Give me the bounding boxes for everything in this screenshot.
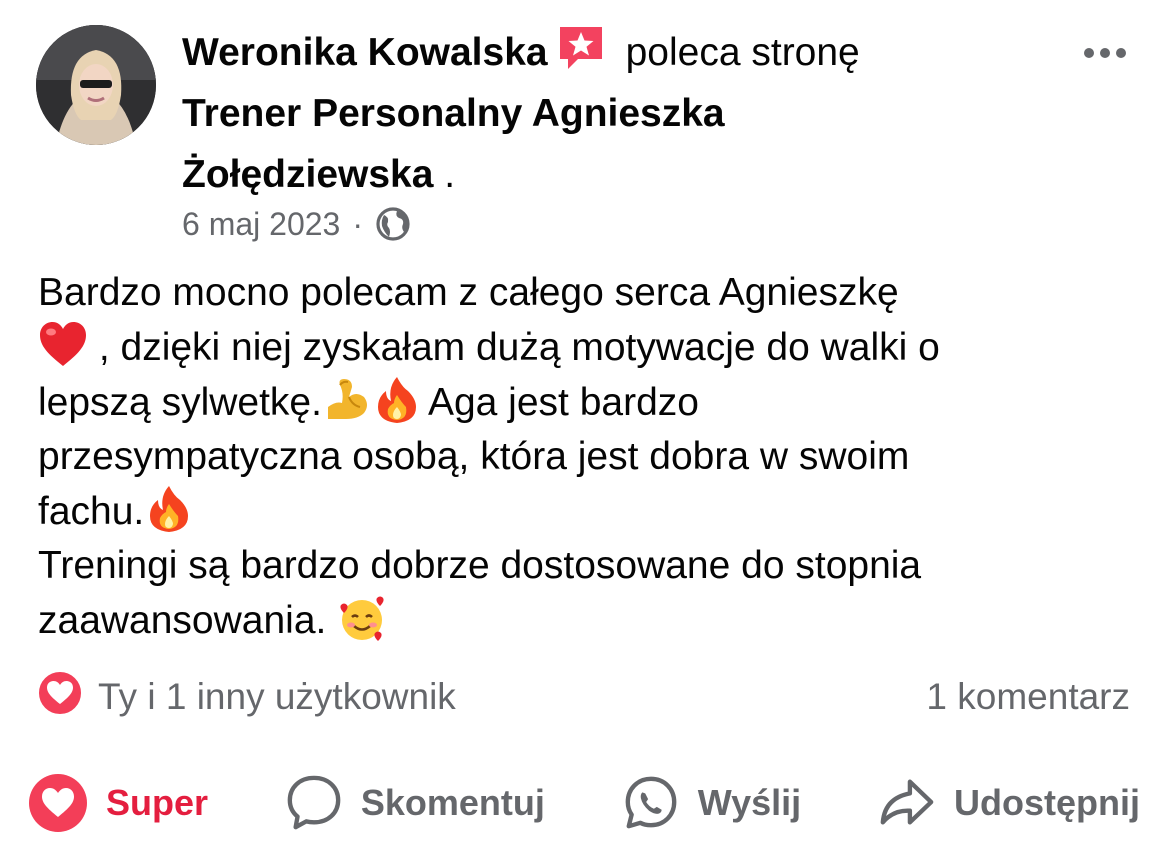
comments-count[interactable]: 1 komentarz [926, 676, 1130, 718]
action-text: poleca stronę [625, 31, 860, 74]
recommendation-icon [556, 23, 606, 73]
share-arrow-icon [878, 774, 936, 832]
post-text-line6: Treningi są bardzo dobrze dostosowane do… [38, 544, 922, 587]
comment-button-label: Skomentuj [360, 782, 545, 823]
post-text: Bardzo mocno polecam z całego serca Agni… [38, 266, 1138, 648]
author-avatar[interactable] [36, 25, 156, 145]
like-button[interactable]: Super [28, 773, 208, 833]
flexed-biceps-emoji-icon [322, 375, 372, 425]
avatar-photo [36, 25, 156, 145]
post-meta: 6 maj 2023 · [182, 202, 411, 246]
like-button-label: Super [106, 782, 209, 823]
share-button-label: Udostępnij [953, 782, 1140, 823]
reaction-summary-text: Ty i 1 inny użytkownik [98, 676, 456, 717]
globe-icon [375, 206, 411, 242]
whatsapp-icon [622, 774, 680, 832]
send-button-label: Wyślij [697, 782, 802, 823]
send-button[interactable]: Wyślij [622, 774, 801, 832]
post-actions: Super Skomentuj Wyślij Udostępnij [28, 770, 1140, 836]
post-text-line5: fachu. [38, 490, 145, 533]
post-text-line4: przesympatyczna osobą, która jest dobra … [38, 435, 910, 478]
fire-emoji-icon [372, 375, 422, 425]
reaction-summary[interactable]: Ty i 1 inny użytkownik [36, 669, 456, 726]
page-name-line2[interactable]: Żołędziewska [182, 153, 433, 196]
author-name[interactable]: Weronika Kowalska [182, 31, 548, 74]
meta-separator: · [352, 206, 363, 242]
post-header: Weronika Kowalska poleca stronę Trener Pe… [182, 22, 1002, 205]
page-name-suffix: . [433, 153, 456, 196]
page-name-line1[interactable]: Trener Personalny Agnieszka [182, 92, 725, 135]
smiling-face-with-hearts-emoji-icon [337, 593, 387, 643]
post-text-line1: Bardzo mocno polecam z całego serca Agni… [38, 271, 899, 314]
post-text-line2: , dzięki niej zyskałam dużą motywacje do… [88, 326, 940, 369]
comment-icon [285, 774, 343, 832]
comment-button[interactable]: Skomentuj [285, 774, 545, 832]
share-button[interactable]: Udostępnij [878, 774, 1140, 832]
red-heart-emoji-icon [38, 320, 88, 370]
love-reaction-icon [28, 773, 88, 833]
post-text-line3b: Aga jest bardzo [427, 381, 699, 424]
love-reaction-icon [36, 669, 84, 726]
fire-emoji-icon [144, 484, 194, 534]
post-text-line7: zaawansowania. [38, 599, 338, 642]
post-text-line3a: lepszą sylwetkę. [38, 381, 322, 424]
reactions-bar: Ty i 1 inny użytkownik 1 komentarz [36, 669, 1130, 722]
more-options-icon[interactable] [1080, 38, 1130, 68]
post-date[interactable]: 6 maj 2023 [182, 202, 340, 246]
